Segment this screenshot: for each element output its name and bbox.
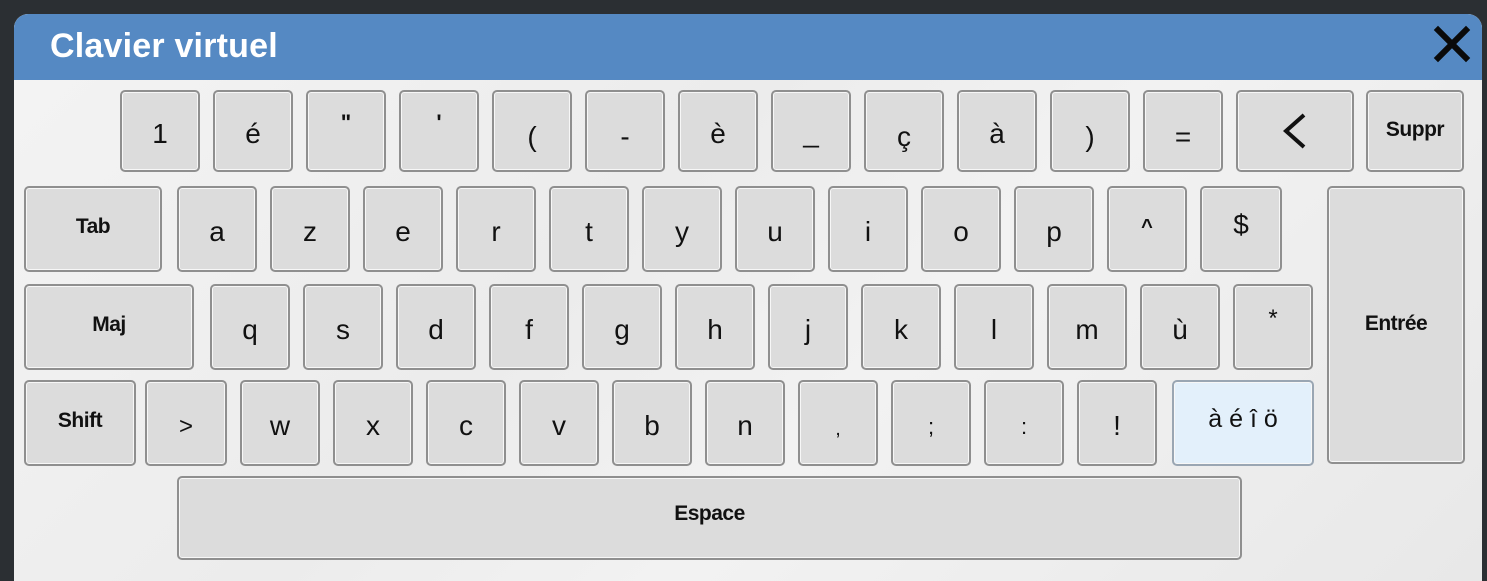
titlebar: Clavier virtuel bbox=[14, 14, 1482, 80]
key-x[interactable]: x bbox=[333, 380, 413, 466]
key-s[interactable]: s bbox=[303, 284, 383, 370]
key-l[interactable]: l bbox=[954, 284, 1034, 370]
key-hyphen[interactable]: - bbox=[585, 90, 665, 172]
close-icon bbox=[1433, 25, 1471, 63]
key-exclamation[interactable]: ! bbox=[1077, 380, 1157, 466]
key-r[interactable]: r bbox=[456, 186, 536, 272]
key-c[interactable]: c bbox=[426, 380, 506, 466]
maj-key[interactable]: Maj bbox=[24, 284, 194, 370]
key-equals[interactable]: = bbox=[1143, 90, 1223, 172]
key-k[interactable]: k bbox=[861, 284, 941, 370]
key-p[interactable]: p bbox=[1014, 186, 1094, 272]
key-j[interactable]: j bbox=[768, 284, 848, 370]
key-close-paren[interactable]: ) bbox=[1050, 90, 1130, 172]
key-z[interactable]: z bbox=[270, 186, 350, 272]
tab-key[interactable]: Tab bbox=[24, 186, 162, 272]
key-open-paren[interactable]: ( bbox=[492, 90, 572, 172]
window-title: Clavier virtuel bbox=[50, 27, 278, 65]
key-m[interactable]: m bbox=[1047, 284, 1127, 370]
accents-key[interactable]: à é î ö bbox=[1172, 380, 1314, 466]
key-o[interactable]: o bbox=[921, 186, 1001, 272]
space-bar[interactable]: Espace bbox=[177, 476, 1242, 560]
key-1[interactable]: 1 bbox=[120, 90, 200, 172]
shift-key[interactable]: Shift bbox=[24, 380, 136, 466]
key-apostrophe[interactable]: ' bbox=[399, 90, 479, 172]
key-f[interactable]: f bbox=[489, 284, 569, 370]
key-c-cedilla[interactable]: ç bbox=[864, 90, 944, 172]
key-caret[interactable]: ^ bbox=[1107, 186, 1187, 272]
key-asterisk[interactable]: * bbox=[1233, 284, 1313, 370]
key-q[interactable]: q bbox=[210, 284, 290, 370]
key-v[interactable]: v bbox=[519, 380, 599, 466]
key-e-grave[interactable]: è bbox=[678, 90, 758, 172]
enter-key[interactable]: Entrée bbox=[1327, 186, 1465, 464]
key-g[interactable]: g bbox=[582, 284, 662, 370]
key-e[interactable]: e bbox=[363, 186, 443, 272]
key-b[interactable]: b bbox=[612, 380, 692, 466]
virtual-keyboard-window: Clavier virtuel 1 é " ' ( - è _ ç à ) = … bbox=[14, 14, 1482, 581]
key-double-quote[interactable]: " bbox=[306, 90, 386, 172]
key-dollar[interactable]: $ bbox=[1200, 186, 1282, 272]
key-underscore[interactable]: _ bbox=[771, 90, 851, 172]
key-y[interactable]: y bbox=[642, 186, 722, 272]
key-a[interactable]: a bbox=[177, 186, 257, 272]
key-d[interactable]: d bbox=[396, 284, 476, 370]
key-u-grave[interactable]: ù bbox=[1140, 284, 1220, 370]
key-colon[interactable]: : bbox=[984, 380, 1064, 466]
close-button[interactable] bbox=[1430, 22, 1474, 66]
backspace-key[interactable] bbox=[1236, 90, 1354, 172]
key-comma[interactable]: , bbox=[798, 380, 878, 466]
key-a-grave[interactable]: à bbox=[957, 90, 1037, 172]
key-e-acute[interactable]: é bbox=[213, 90, 293, 172]
key-semicolon[interactable]: ; bbox=[891, 380, 971, 466]
key-w[interactable]: w bbox=[240, 380, 320, 466]
key-h[interactable]: h bbox=[675, 284, 755, 370]
key-u[interactable]: u bbox=[735, 186, 815, 272]
backspace-arrow-icon bbox=[1282, 113, 1306, 149]
key-n[interactable]: n bbox=[705, 380, 785, 466]
key-greater-than[interactable]: > bbox=[145, 380, 227, 466]
key-i[interactable]: i bbox=[828, 186, 908, 272]
suppr-key[interactable]: Suppr bbox=[1366, 90, 1464, 172]
key-t[interactable]: t bbox=[549, 186, 629, 272]
